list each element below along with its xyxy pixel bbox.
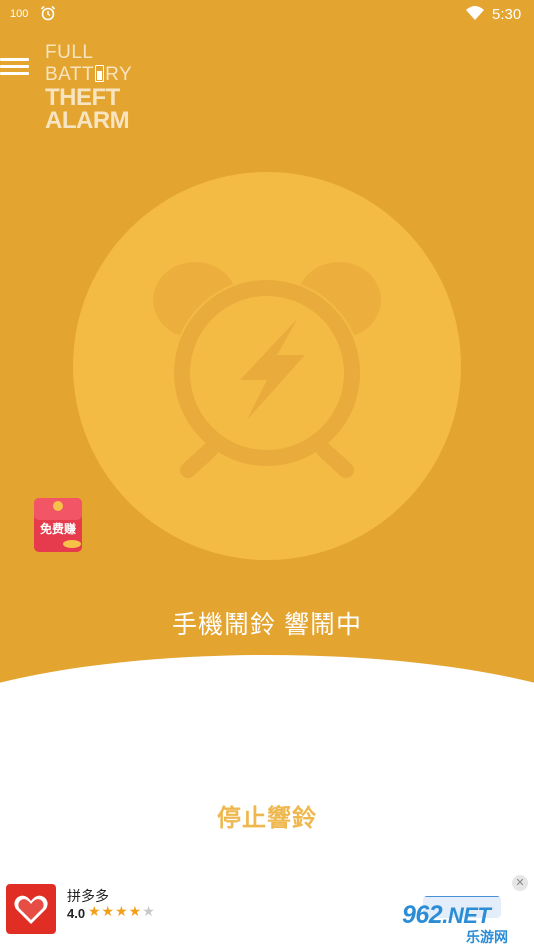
alarm-clock-icon bbox=[40, 5, 56, 21]
close-icon[interactable]: ✕ bbox=[512, 875, 528, 891]
watermark-suffix: .NET bbox=[442, 903, 491, 928]
red-envelope-label: 免费赚 bbox=[39, 522, 76, 536]
watermark-logo: 962.NET 乐游网 bbox=[394, 897, 534, 949]
logo-battery-suffix: RY bbox=[105, 64, 133, 85]
ad-rating: 4.0 bbox=[67, 906, 86, 921]
lightning-alarm-clock-icon bbox=[153, 262, 381, 478]
logo-line-alarm: ALARM bbox=[45, 107, 130, 134]
logo-line-full: FULL bbox=[45, 42, 94, 63]
ad-stars: ★★★★★ bbox=[88, 903, 156, 919]
hamburger-menu-icon[interactable] bbox=[0, 58, 30, 82]
pinduoduo-app-icon bbox=[6, 884, 56, 934]
wifi-icon bbox=[466, 6, 484, 20]
status-bar: 100 5:30 bbox=[0, 0, 534, 30]
logo-line-battery: BATT RY bbox=[45, 64, 165, 86]
battery-level: 100 bbox=[10, 8, 29, 20]
alarm-panel: 100 5:30 FULL BATT RY THEFT ALARM 免费赚 手機… bbox=[0, 0, 534, 690]
battery-icon bbox=[95, 65, 105, 82]
stop-alarm-button[interactable]: 停止響鈴 bbox=[167, 797, 367, 833]
app-logo: FULL BATT RY THEFT ALARM bbox=[45, 42, 165, 142]
watermark-line1: 962.NET bbox=[402, 901, 491, 930]
watermark-number: 962 bbox=[402, 901, 443, 929]
bottom-curve bbox=[0, 655, 534, 690]
red-envelope-icon[interactable]: 免费赚 bbox=[34, 498, 82, 552]
logo-line-theft: THEFT bbox=[45, 84, 120, 111]
logo-battery-prefix: BATT bbox=[45, 64, 95, 85]
status-time: 5:30 bbox=[492, 6, 522, 23]
watermark-line2: 乐游网 bbox=[466, 929, 508, 945]
alarm-status-text: 手機鬧鈴 響鬧中 bbox=[172, 611, 362, 639]
